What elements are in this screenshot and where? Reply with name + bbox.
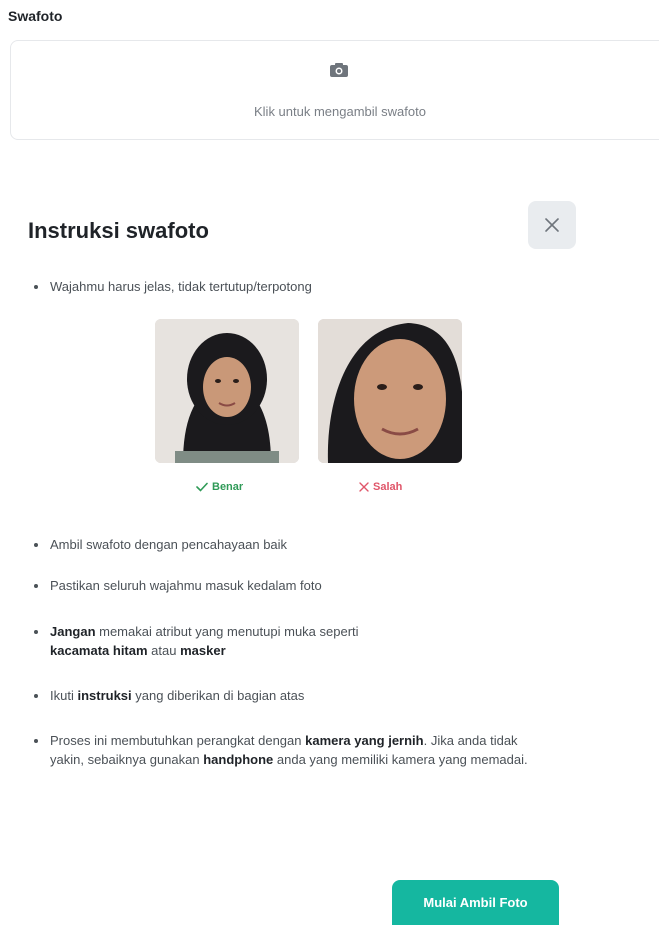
bullet-dot xyxy=(34,584,38,588)
face-illustration xyxy=(155,319,299,463)
instruction-text: Ambil swafoto dengan pencahayaan baik xyxy=(50,537,288,552)
bullet-dot xyxy=(34,630,38,634)
close-button[interactable] xyxy=(528,201,576,249)
instruction-text: Wajahmu harus jelas, tidak tertutup/terp… xyxy=(50,279,312,294)
upload-hint: Klik untuk mengambil swafoto xyxy=(254,104,426,119)
camera-icon xyxy=(330,63,348,77)
instruction-text: Jangan memakai atribut yang menutupi muk… xyxy=(50,622,550,660)
example-photo-incorrect xyxy=(318,319,462,463)
bullet-dot xyxy=(34,739,38,743)
bullet-dot xyxy=(34,543,38,547)
emphasis: kacamata hitam xyxy=(50,643,148,658)
modal-title: Instruksi swafoto xyxy=(28,218,209,243)
emphasis: instruksi xyxy=(77,688,132,703)
text-run: memakai atribut yang menutupi muka seper… xyxy=(95,624,359,639)
text-run: atau xyxy=(147,643,181,658)
instruction-text: Ikuti instruksi yang diberikan di bagian… xyxy=(50,686,550,705)
start-photo-button[interactable]: Mulai Ambil Foto xyxy=(392,880,559,925)
emphasis: kamera yang jernih xyxy=(305,733,424,748)
correct-label-text: Benar xyxy=(212,481,244,493)
instruction-text: Proses ini membutuhkan perangkat dengan … xyxy=(50,731,550,769)
close-icon xyxy=(545,218,559,232)
face-illustration xyxy=(318,319,462,463)
text-run: Ikuti xyxy=(50,688,78,703)
emphasis: masker xyxy=(180,643,226,658)
correct-label: Benar xyxy=(196,481,243,493)
incorrect-label: Salah xyxy=(359,481,402,493)
text-run: Proses ini membutuhkan perangkat dengan xyxy=(50,733,306,748)
text-run: yang diberikan di bagian atas xyxy=(131,688,305,703)
bullet-dot xyxy=(34,694,38,698)
instruction-text: Pastikan seluruh wajahmu masuk kedalam f… xyxy=(50,578,322,593)
emphasis: handphone xyxy=(203,752,274,767)
incorrect-label-text: Salah xyxy=(373,481,403,493)
check-icon xyxy=(196,482,208,492)
section-label: Swafoto xyxy=(8,8,63,24)
bullet-dot xyxy=(34,285,38,289)
example-photo-correct xyxy=(155,319,299,463)
cross-icon xyxy=(359,482,369,492)
selfie-instructions-modal xyxy=(0,185,659,925)
text-run: anda yang memiliki kamera yang memadai. xyxy=(273,752,528,767)
emphasis: Jangan xyxy=(50,624,96,639)
selfie-upload-area[interactable] xyxy=(10,40,659,140)
